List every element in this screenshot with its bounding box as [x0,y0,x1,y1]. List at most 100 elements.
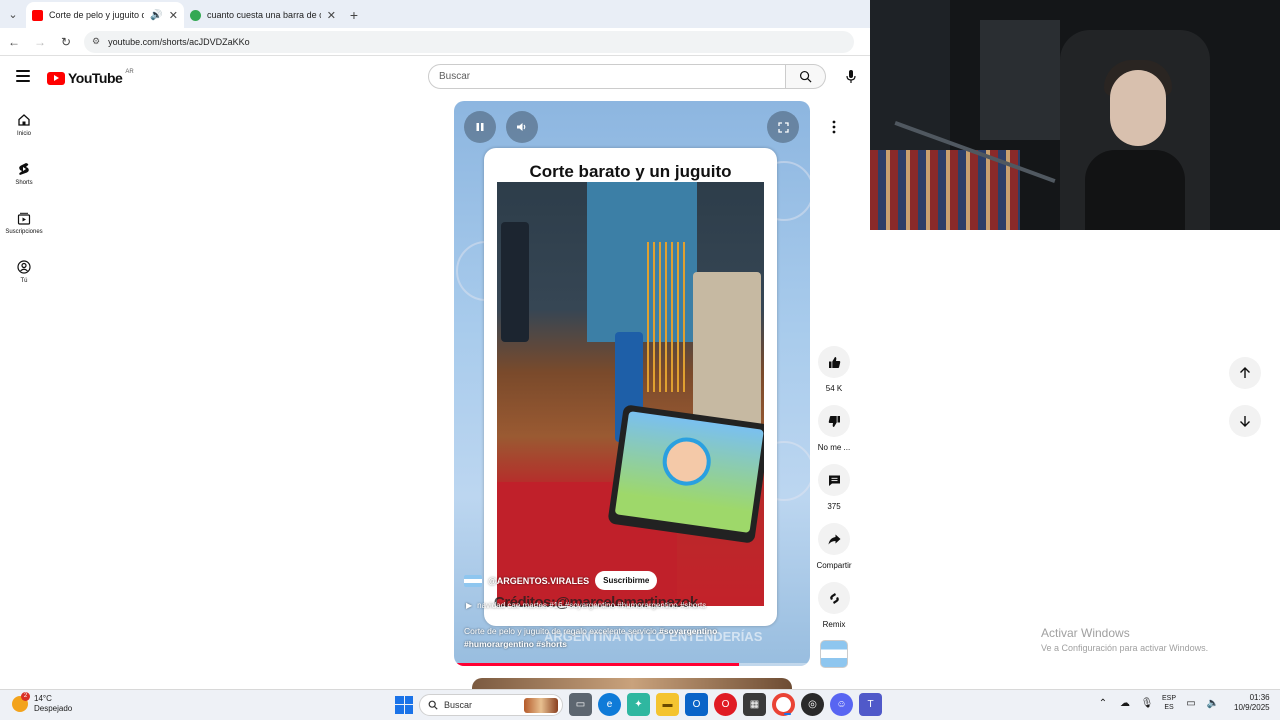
tab-title: cuanto cuesta una barra de ch [207,10,321,20]
teams-icon[interactable]: T [859,693,882,716]
guide-label: Suscripciones [5,228,43,235]
lang-line2: ES [1164,704,1174,711]
weather-temp: 14°C [34,694,52,703]
url-omnibox[interactable]: ⚙ youtube.com/shorts/acJDVDZaKKo [84,30,854,53]
opera-icon[interactable]: O [714,693,737,716]
microsoft-store-icon[interactable]: ▦ [743,693,766,716]
guide-item-shorts[interactable]: Shorts [0,149,48,198]
volume-button[interactable] [506,111,538,143]
outlook-icon[interactable]: O [685,693,708,716]
url-text: youtube.com/shorts/acJDVDZaKKo [108,36,250,47]
guide-item-suscripciones[interactable]: Suscripciones [0,198,48,247]
share-button[interactable]: Compartir [812,523,856,582]
guide-item-inicio[interactable]: Inicio [0,100,48,149]
discord-icon[interactable]: ☺ [830,693,853,716]
forward-arrow-icon[interactable]: → [28,30,52,54]
github-desktop-icon[interactable]: ◎ [801,693,824,716]
shorts-player[interactable]: Corte barato y un juguito Créditos:@marc… [454,101,810,666]
weather-badge: 2 [21,692,30,701]
guide-item-tu[interactable]: Tú [0,247,48,296]
dislike-label: No me ... [817,443,851,452]
previous-short-button[interactable] [1229,357,1261,389]
volume-icon[interactable]: 🔈 [1206,696,1220,710]
activate-windows-watermark: Activar Windows Ve a Configuración para … [1041,626,1208,653]
more-vert-icon [832,120,836,134]
home-icon [18,113,30,126]
more-options-button[interactable] [822,115,846,139]
new-tab-button[interactable]: + [342,2,366,28]
cloud-icon[interactable]: ☁ [1118,696,1132,710]
pause-button[interactable] [464,111,496,143]
weather-sun-icon: 2 [12,692,30,712]
fullscreen-button[interactable] [767,111,799,143]
music-text: navidad cae martes #16 #soyargentino #hu… [477,601,707,610]
music-row[interactable]: ▶ navidad cae martes #16 #soyargentino #… [466,601,706,610]
like-button[interactable]: 54 K [812,346,856,405]
microphone-icon[interactable]: 🎙 [1140,696,1154,710]
chrome-icon[interactable] [772,693,795,716]
language-indicator[interactable]: ESP ES [1162,694,1176,712]
lang-line1: ESP [1162,695,1177,702]
tab-title: Corte de pelo y juguito de r [49,10,145,20]
arrow-down-icon [1240,416,1250,427]
like-count: 54 K [825,384,843,393]
edge-browser-icon[interactable]: e [598,693,621,716]
channel-avatar[interactable] [464,574,482,587]
voice-search-button[interactable] [838,64,864,90]
short-actions: 54 K No me ... 375 Compartir Remix [812,346,856,641]
phone-decoration [607,404,764,544]
site-info-icon[interactable]: ⚙ [92,36,100,47]
shorts-icon [19,162,29,175]
start-button-icon[interactable] [395,695,413,714]
activate-title: Activar Windows [1041,626,1130,640]
clock-date: 10/9/2025 [1234,703,1270,712]
arrow-up-icon [1240,367,1250,378]
next-short-button[interactable] [1229,405,1261,437]
browser-tab-strip: ⌄ Corte de pelo y juguito de r 🔊 ✕ cuant… [0,0,870,28]
youtube-play-logo-icon [47,71,65,85]
search-input[interactable]: Buscar [428,64,786,89]
short-description[interactable]: Corte de pelo y juguito de regalo excele… [464,625,764,651]
tab-audio-icon[interactable]: 🔊 [150,10,162,21]
progress-bar[interactable] [454,663,810,666]
activate-subtitle: Ve a Configuración para activar Windows. [1041,643,1209,653]
dislike-button[interactable]: No me ... [812,405,856,464]
system-tray: ⌃ ☁ 🎙 ESP ES ▭ 🔈 01:36 10/9/2025 [1096,693,1270,713]
fullscreen-icon [777,121,789,133]
network-icon[interactable]: ▭ [1184,696,1198,710]
tab-search-chevron-icon[interactable]: ⌄ [0,0,26,28]
description-text: Corte de pelo y juguito de regalo excele… [464,626,657,636]
comments-button[interactable]: 375 [812,464,856,523]
share-icon [828,534,840,544]
google-favicon-icon [190,9,201,21]
taskbar-apps: Buscar ▭ e ✦ ▬ O O ▦ ◎ ☺ T [395,693,882,716]
youtube-logo[interactable]: YouTube AR [47,69,134,86]
back-arrow-icon[interactable]: ← [2,30,26,54]
search-button[interactable] [786,64,826,89]
subscribe-button[interactable]: Suscribirme [595,571,658,590]
clock[interactable]: 01:36 10/9/2025 [1234,693,1270,713]
channel-name[interactable]: @ARGENTOS.VIRALES [488,576,589,586]
weather-widget[interactable]: 2 14°C Despejado [12,692,72,714]
reload-icon[interactable]: ↻ [54,30,78,54]
menu-icon[interactable] [16,70,30,82]
remix-button[interactable]: Remix [812,582,856,641]
tab-search-chocolate[interactable]: cuanto cuesta una barra de ch ✕ [184,2,342,28]
share-label: Compartir [816,561,852,570]
search-highlight-image [524,697,558,713]
audio-source-thumbnail[interactable] [820,640,848,668]
remix-icon [829,592,839,604]
mini-guide-sidebar: Inicio Shorts Suscripciones Tú [0,100,48,296]
tab-close-icon[interactable]: ✕ [169,9,178,22]
comment-icon [828,475,840,486]
tab-youtube-short[interactable]: Corte de pelo y juguito de r 🔊 ✕ [26,2,184,28]
bottle-decoration [501,222,529,342]
tab-close-icon[interactable]: ✕ [327,9,336,22]
video-content-image [497,182,764,606]
copilot-icon[interactable]: ✦ [627,693,650,716]
taskbar-search[interactable]: Buscar [419,693,563,716]
taskbar-search-label: Buscar [444,699,473,710]
chevron-up-icon[interactable]: ⌃ [1096,696,1110,710]
file-explorer-icon[interactable]: ▬ [656,693,679,716]
task-view-icon[interactable]: ▭ [569,693,592,716]
